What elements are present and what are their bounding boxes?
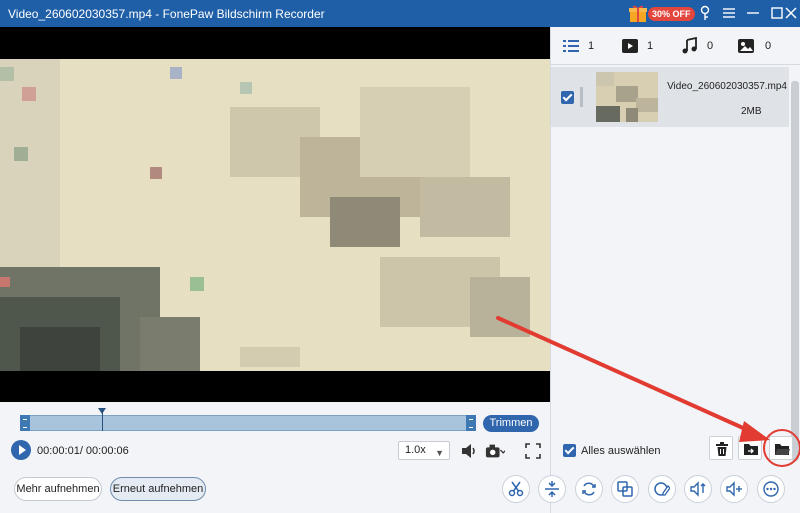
camera-icon[interactable] — [485, 441, 505, 461]
music-icon — [682, 37, 697, 54]
select-all-label: Alles auswählen — [581, 445, 661, 457]
drag-handle[interactable] — [580, 87, 583, 107]
record-again-button[interactable]: Erneut aufnehmen — [110, 477, 206, 501]
tab-video[interactable]: 1 — [621, 37, 661, 55]
player-controls: Trimmen 00:00:01/ 00:00:06 1.0x ▼ Mehr a… — [0, 402, 550, 513]
trash-icon — [716, 442, 728, 456]
highlight-circle — [763, 429, 800, 467]
edit-icon — [654, 482, 670, 496]
merge-button[interactable] — [611, 475, 639, 503]
tab-all[interactable]: 1 — [562, 37, 602, 55]
time-display: 00:00:01/ 00:00:06 — [37, 445, 129, 457]
trim-start-handle[interactable] — [20, 415, 30, 431]
compress-icon — [545, 481, 559, 497]
list-item[interactable]: Video_260602030357.mp4 2MB — [551, 67, 789, 127]
delete-button[interactable] — [709, 436, 733, 460]
tab-count: 0 — [707, 40, 714, 52]
file-thumbnail — [596, 72, 658, 122]
speed-select[interactable]: 1.0x ▼ — [398, 441, 450, 460]
video-frame — [0, 27, 550, 402]
image-icon — [738, 39, 754, 53]
cut-button[interactable] — [502, 475, 530, 503]
scrollbar[interactable] — [791, 81, 799, 461]
record-more-button[interactable]: Mehr aufnehmen — [14, 477, 102, 501]
minimize-icon[interactable] — [744, 4, 762, 22]
play-button[interactable] — [11, 440, 31, 460]
save-to-folder-button[interactable] — [738, 436, 762, 460]
media-panel: 1 1 0 0 Video_260602030357.mp4 2MB Alles… — [550, 27, 800, 513]
more-icon — [763, 481, 779, 497]
audio-add-icon — [726, 481, 742, 497]
tab-image[interactable]: 0 — [737, 37, 777, 55]
tab-audio[interactable]: 0 — [681, 37, 721, 55]
compress-button[interactable] — [538, 475, 566, 503]
gift-icon — [629, 5, 647, 22]
tab-count: 0 — [765, 40, 772, 52]
volume-adjust-button[interactable] — [684, 475, 712, 503]
tab-count: 1 — [588, 40, 595, 52]
scissors-icon — [508, 481, 524, 497]
volume-icon[interactable] — [459, 441, 479, 461]
fullscreen-icon[interactable] — [523, 441, 543, 461]
merge-icon — [617, 481, 633, 497]
trim-end-handle[interactable] — [466, 415, 476, 431]
convert-button[interactable] — [575, 475, 603, 503]
list-icon — [563, 40, 579, 52]
key-icon[interactable] — [696, 4, 714, 22]
rotate-icon — [582, 482, 596, 496]
edit-metadata-button[interactable] — [648, 475, 676, 503]
video-preview[interactable] — [0, 27, 550, 402]
folder-export-icon — [744, 444, 758, 455]
select-all-checkbox[interactable] — [563, 444, 576, 457]
discount-badge: 30% OFF — [648, 7, 695, 21]
file-list: Video_260602030357.mp4 2MB — [551, 65, 789, 445]
media-tabs: 1 1 0 0 — [551, 27, 800, 65]
tab-count: 1 — [647, 40, 654, 52]
menu-icon[interactable] — [720, 4, 738, 22]
playhead[interactable] — [98, 408, 106, 431]
trim-timeline[interactable] — [20, 415, 476, 431]
title-bar: Video_260602030357.mp4 - FonePaw Bildsch… — [0, 0, 800, 27]
trim-button[interactable]: Trimmen — [483, 415, 539, 432]
video-icon — [622, 39, 638, 53]
window-title: Video_260602030357.mp4 - FonePaw Bildsch… — [8, 7, 325, 21]
file-name: Video_260602030357.mp4 — [667, 81, 787, 92]
more-button[interactable] — [757, 475, 785, 503]
file-size: 2MB — [741, 106, 762, 117]
promo-button[interactable]: 30% OFF — [628, 3, 695, 24]
speed-value: 1.0x — [405, 444, 426, 456]
chevron-down-icon: ▼ — [435, 448, 444, 458]
speaker-adjust-icon — [690, 481, 706, 497]
file-checkbox[interactable] — [561, 91, 574, 104]
close-icon[interactable] — [782, 4, 800, 22]
add-audio-button[interactable] — [720, 475, 748, 503]
